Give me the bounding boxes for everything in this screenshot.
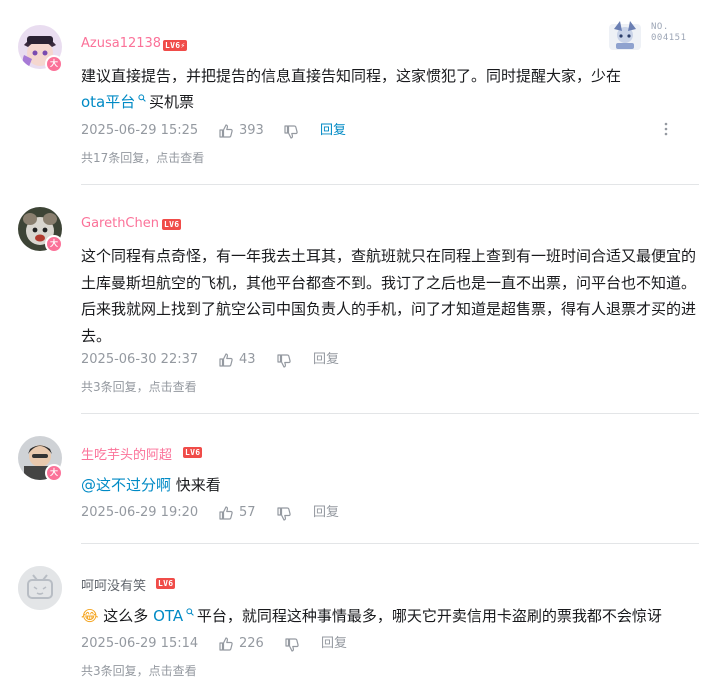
username[interactable]: Azusa12138 bbox=[81, 36, 161, 51]
username[interactable]: 生吃芋头的阿超 bbox=[81, 444, 172, 463]
thumb-down-icon[interactable] bbox=[283, 124, 299, 140]
default-avatar-icon bbox=[18, 566, 62, 610]
username[interactable]: GarethChen bbox=[81, 216, 159, 231]
thumb-up-icon[interactable] bbox=[218, 123, 234, 139]
comment-date: 2025-06-29 15:14 bbox=[81, 636, 199, 651]
thumb-up-icon[interactable] bbox=[218, 505, 234, 521]
comment-content: @这不过分啊 快来看 bbox=[81, 472, 701, 498]
comment-content: 这个同程有点奇怪，有一年我去土耳其，查航班就只在同程上查到有一班时间合适又最便宜… bbox=[81, 247, 697, 345]
reply-button[interactable]: 回复 bbox=[313, 504, 339, 522]
more-vertical-icon[interactable] bbox=[664, 122, 668, 140]
thumb-down-icon[interactable] bbox=[284, 637, 300, 653]
search-icon[interactable] bbox=[183, 608, 197, 619]
mention-link[interactable]: @这不过分啊 bbox=[81, 476, 171, 494]
level-badge: LV6 bbox=[183, 447, 203, 458]
content-text: 快来看 bbox=[171, 476, 221, 494]
thumb-down-icon[interactable] bbox=[276, 353, 292, 369]
reply-button[interactable]: 回复 bbox=[320, 122, 346, 140]
comment-meta: 2025-06-29 15:25 393 回复 bbox=[81, 122, 681, 140]
thumb-up-icon[interactable] bbox=[218, 352, 234, 368]
keyword-link[interactable]: ota平台 bbox=[81, 93, 135, 111]
comment-meta: 2025-06-29 19:20 57 回复 bbox=[81, 504, 681, 522]
like-count: 57 bbox=[239, 505, 256, 520]
content-text: 建议直接提告，并把提告的信息直接告知同程，这家惯犯了。同时提醒大家，少在 bbox=[81, 67, 622, 85]
level-badge: LV6 bbox=[156, 578, 176, 589]
search-icon[interactable] bbox=[135, 94, 149, 105]
vip-badge: 大 bbox=[45, 235, 63, 253]
vip-badge: 大 bbox=[45, 464, 63, 482]
content-text: 买机票 bbox=[149, 93, 195, 111]
like-count: 43 bbox=[239, 352, 256, 367]
comment-content: 😂 这么多 OTA 平台，就同程这种事情最多，哪天它开卖信用卡盗刷的票我都不会惊… bbox=[81, 603, 701, 629]
laughing-emoji-icon: 😂 bbox=[81, 607, 99, 625]
like-count: 393 bbox=[239, 123, 264, 138]
lightning-icon: ⚡ bbox=[180, 41, 186, 50]
divider bbox=[81, 543, 699, 544]
comment-date: 2025-06-30 22:37 bbox=[81, 352, 199, 367]
divider bbox=[81, 413, 699, 414]
view-replies-link[interactable]: 共3条回复，点击查看 bbox=[81, 378, 197, 395]
content-text: 这么多 bbox=[98, 607, 154, 625]
comment-date: 2025-06-29 15:25 bbox=[81, 123, 199, 138]
vip-badge: 大 bbox=[45, 55, 63, 73]
thumb-down-icon[interactable] bbox=[276, 506, 292, 522]
keyword-link[interactable]: OTA bbox=[153, 607, 183, 625]
level-badge: LV6 bbox=[162, 219, 182, 230]
level-text: LV6 bbox=[165, 41, 181, 50]
divider bbox=[81, 184, 699, 185]
fan-badge-number: 004151 bbox=[651, 33, 687, 43]
reply-button[interactable]: 回复 bbox=[321, 635, 347, 653]
comment-date: 2025-06-29 19:20 bbox=[81, 505, 199, 520]
avatar[interactable] bbox=[18, 566, 62, 610]
fan-badge[interactable]: NO. 004151 bbox=[606, 19, 706, 53]
thumb-up-icon[interactable] bbox=[218, 636, 234, 652]
like-count: 226 bbox=[239, 636, 264, 651]
view-replies-link[interactable]: 共3条回复，点击查看 bbox=[81, 662, 197, 679]
level-badge: LV6⚡ bbox=[163, 40, 188, 51]
comment-meta: 2025-06-29 15:14 226 回复 bbox=[81, 635, 681, 653]
reply-button[interactable]: 回复 bbox=[313, 351, 339, 369]
fan-badge-icon bbox=[609, 21, 641, 50]
comment-meta: 2025-06-30 22:37 43 回复 bbox=[81, 351, 681, 369]
view-replies-link[interactable]: 共17条回复，点击查看 bbox=[81, 149, 204, 166]
comment-content: 建议直接提告，并把提告的信息直接告知同程，这家惯犯了。同时提醒大家，少在 ota平… bbox=[81, 63, 701, 115]
username[interactable]: 呵呵没有笑 bbox=[81, 575, 146, 594]
content-text: 平台，就同程这种事情最多，哪天它开卖信用卡盗刷的票我都不会惊讶 bbox=[196, 607, 662, 625]
fan-badge-label: NO. bbox=[651, 22, 669, 32]
